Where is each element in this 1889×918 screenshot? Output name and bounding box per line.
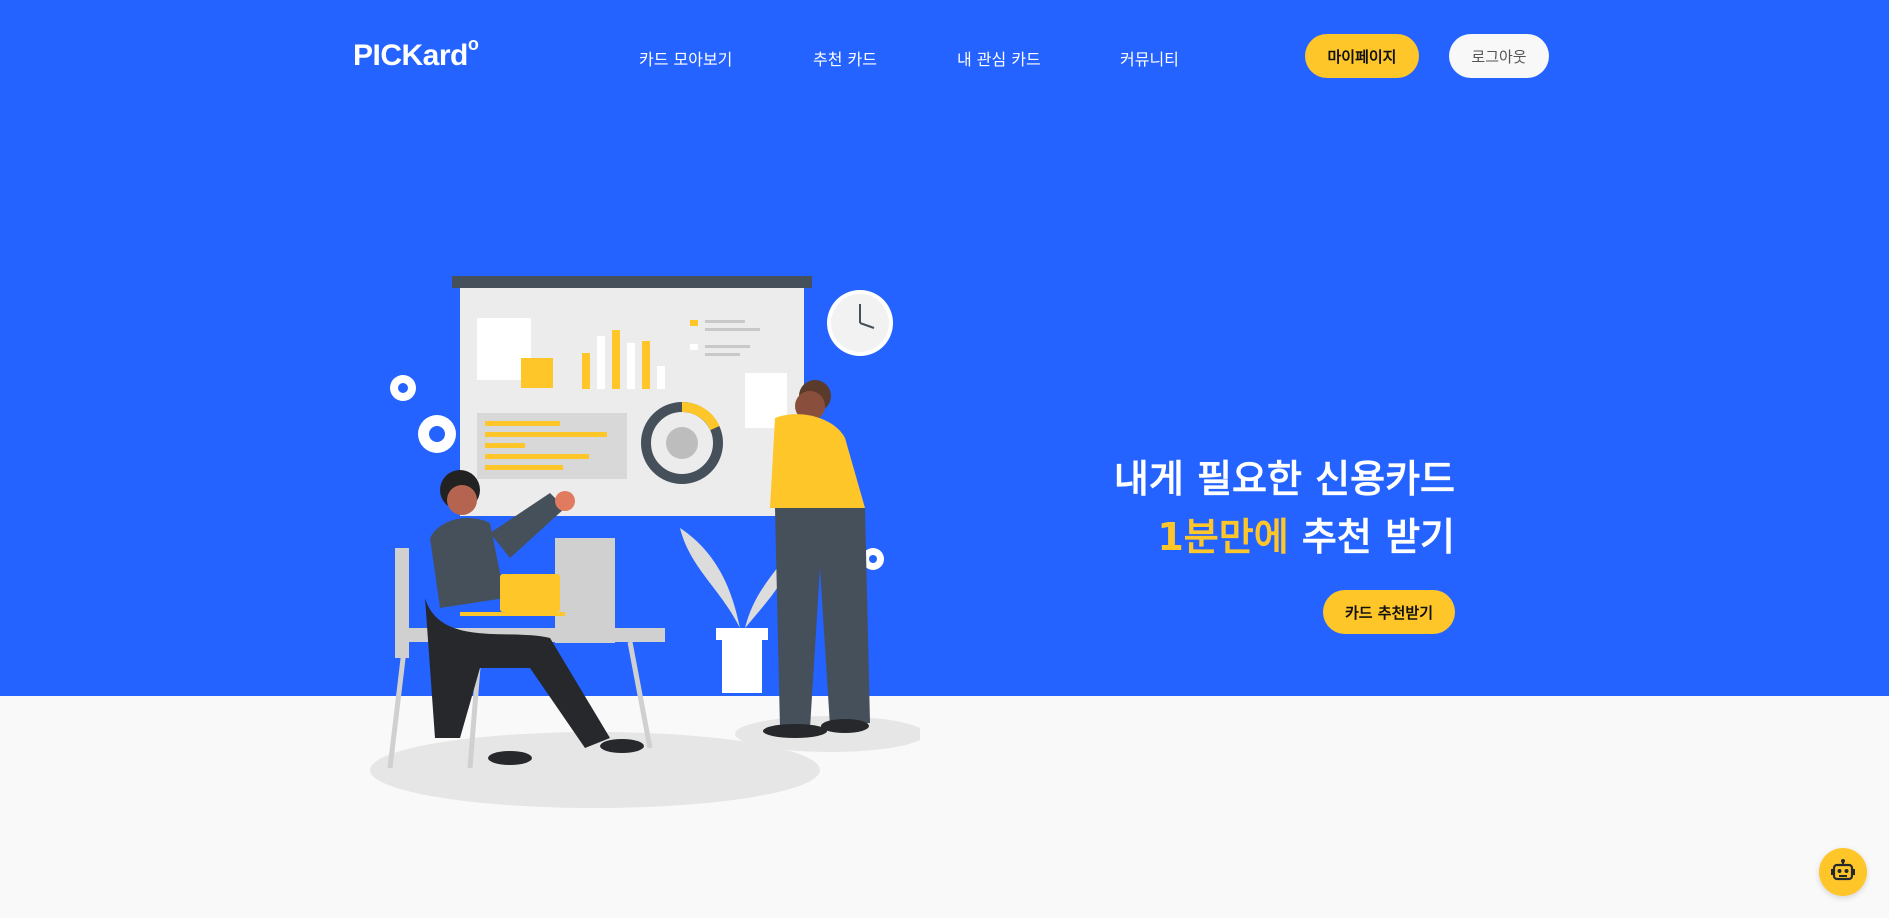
chatbot-button[interactable]: [1819, 848, 1867, 896]
presentation-meeting-illustration: [370, 276, 920, 808]
headline-accent: 1분만에: [1157, 515, 1289, 559]
headline-line-1: 내게 필요한 신용카드: [1113, 457, 1455, 501]
hero-headline: 내게 필요한 신용카드 1분만에 추천 받기: [1114, 450, 1455, 566]
headline-line-2: 1분만에 추천 받기: [1114, 508, 1455, 566]
logo-text: PICKard: [353, 39, 468, 72]
nav-community[interactable]: 커뮤니티: [1120, 46, 1179, 70]
headline-line-2-rest: 추천 받기: [1288, 515, 1455, 559]
nav-recommended-cards[interactable]: 추천 카드: [813, 46, 877, 70]
nav-favorite-cards[interactable]: 내 관심 카드: [957, 46, 1041, 70]
logout-button[interactable]: 로그아웃: [1449, 34, 1549, 78]
site-header: PICKardo 카드 모아보기 추천 카드 내 관심 카드 커뮤니티 마이페이…: [0, 0, 1889, 114]
card-recommend-button[interactable]: 카드 추천받기: [1323, 590, 1455, 634]
robot-icon: [1831, 859, 1855, 881]
mypage-button[interactable]: 마이페이지: [1305, 34, 1419, 78]
nav-card-browse[interactable]: 카드 모아보기: [639, 46, 732, 70]
logo[interactable]: PICKardo: [353, 34, 479, 73]
logo-mark: o: [467, 34, 479, 54]
